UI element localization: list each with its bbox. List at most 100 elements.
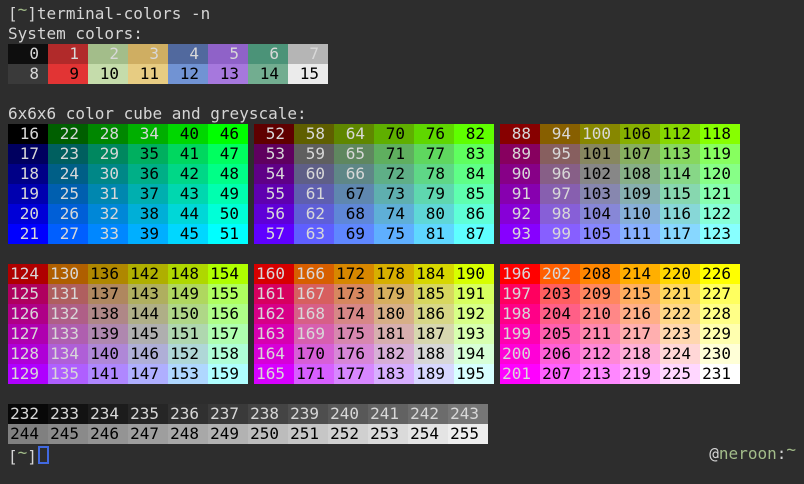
color-cell-219: 219 [620,364,660,384]
color-cell-213: 213 [580,364,620,384]
blank-line [8,84,796,104]
color-row: 01234567 [8,44,796,64]
color-cell-144: 144 [128,304,168,324]
color-cell-250: 250 [248,424,288,444]
color-cell-26: 26 [48,204,88,224]
color-cell-12: 12 [168,64,208,84]
color-cell-65: 65 [334,144,374,164]
color-cell-133: 133 [48,324,88,344]
terminal-cursor[interactable] [38,446,49,464]
color-row: 196202208214220226 [500,264,740,284]
color-row: 197203209215221227 [500,284,740,304]
color-cell-230: 230 [700,344,740,364]
color-cell-200: 200 [500,344,540,364]
color-cell-137: 137 [88,284,128,304]
color-cell-143: 143 [128,284,168,304]
color-row: 160166172178184190 [254,264,494,284]
color-row: 212733394551 [8,224,248,244]
color-row: 8894100106112118 [500,124,740,144]
color-cell-187: 187 [414,324,454,344]
color-cell-123: 123 [700,224,740,244]
color-row: 199205211217223229 [500,324,740,344]
color-cell-208: 208 [580,264,620,284]
color-cell-11: 11 [128,64,168,84]
color-cell-220: 220 [660,264,700,284]
color-cell-212: 212 [580,344,620,364]
color-cell-116: 116 [660,204,700,224]
color-cell-138: 138 [88,304,128,324]
color-cell-131: 131 [48,284,88,304]
color-cell-218: 218 [620,344,660,364]
color-cell-147: 147 [128,364,168,384]
blank-line [8,244,796,264]
color-cell-0: 0 [8,44,48,64]
greyscale-grid: 2322332342352362372382392402412422432442… [8,404,796,444]
color-cell-254: 254 [408,424,448,444]
color-cell-68: 68 [334,204,374,224]
color-cell-80: 80 [414,204,454,224]
color-cell-28: 28 [88,124,128,144]
color-cell-21: 21 [8,224,48,244]
color-cell-178: 178 [374,264,414,284]
color-cell-94: 94 [540,124,580,144]
color-row: 566268748086 [254,204,494,224]
status-at: @ [709,444,719,463]
color-cell-214: 214 [620,264,660,284]
color-cell-215: 215 [620,284,660,304]
color-cell-132: 132 [48,304,88,324]
color-row: 128134140146152158 [8,344,248,364]
color-cell-76: 76 [414,124,454,144]
color-cell-75: 75 [374,224,414,244]
color-cell-153: 153 [168,364,208,384]
color-row: 161167173179185191 [254,284,494,304]
color-cell-40: 40 [168,124,208,144]
color-row: 125131137143149155 [8,284,248,304]
color-cell-224: 224 [660,344,700,364]
color-cell-17: 17 [8,144,48,164]
color-cell-101: 101 [580,144,620,164]
prompt-tilde: ~ [18,0,28,19]
color-cell-89: 89 [500,144,540,164]
color-cell-27: 27 [48,224,88,244]
color-cell-20: 20 [8,204,48,224]
color-row: 576369758187 [254,224,494,244]
color-cell-91: 91 [500,184,540,204]
color-cell-169: 169 [294,324,334,344]
color-cell-83: 83 [454,144,494,164]
color-row: 163169175181187193 [254,324,494,344]
color-cell-238: 238 [248,404,288,424]
color-cell-48: 48 [208,164,248,184]
color-cell-125: 125 [8,284,48,304]
color-cell-201: 201 [500,364,540,384]
color-cell-49: 49 [208,184,248,204]
color-cell-81: 81 [414,224,454,244]
color-cell-109: 109 [620,184,660,204]
color-cell-10: 10 [88,64,128,84]
color-cell-134: 134 [48,344,88,364]
color-cell-31: 31 [88,184,128,204]
color-cell-239: 239 [288,404,328,424]
color-cell-85: 85 [454,184,494,204]
color-cell-36: 36 [128,164,168,184]
color-cell-210: 210 [580,304,620,324]
color-cell-180: 180 [374,304,414,324]
color-cell-246: 246 [88,424,128,444]
color-cell-90: 90 [500,164,540,184]
color-cell-93: 93 [500,224,540,244]
color-cell-117: 117 [660,224,700,244]
color-cell-205: 205 [540,324,580,344]
color-cell-243: 243 [448,404,488,424]
color-cell-8: 8 [8,64,48,84]
color-cell-171: 171 [294,364,334,384]
status-tilde: ~ [786,440,796,459]
color-row: 127133139145151157 [8,324,248,344]
color-cell-142: 142 [128,264,168,284]
color-cell-155: 155 [208,284,248,304]
color-cell-152: 152 [168,344,208,364]
terminal-screen[interactable]: [~]terminal-colors -n System colors: 012… [0,0,804,484]
color-cell-84: 84 [454,164,494,184]
color-cell-44: 44 [168,204,208,224]
color-row: 124130136142148154 [8,264,248,284]
color-cell-71: 71 [374,144,414,164]
color-cell-252: 252 [328,424,368,444]
